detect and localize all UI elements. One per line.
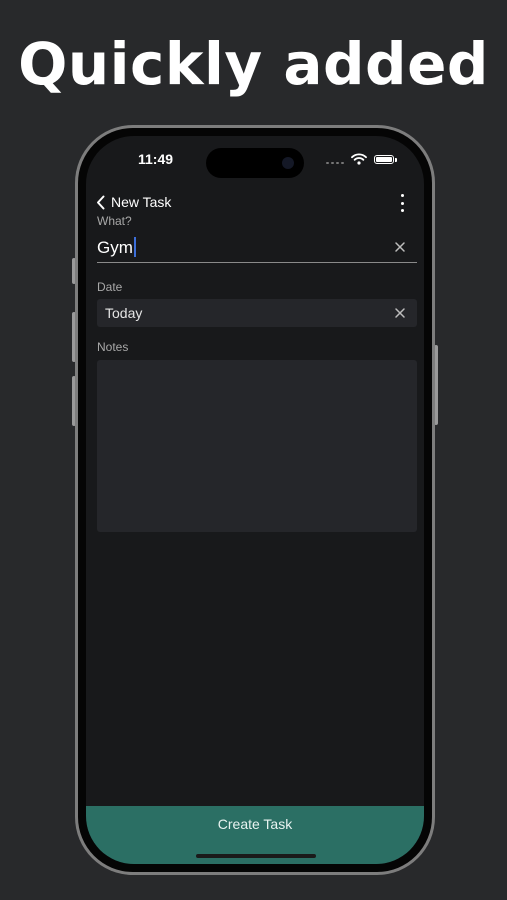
status-time: 11:49 bbox=[138, 151, 174, 167]
wifi-icon bbox=[351, 153, 367, 165]
more-options-icon[interactable] bbox=[398, 194, 406, 212]
text-caret bbox=[133, 237, 136, 257]
what-label: What? bbox=[97, 214, 132, 228]
cellular-signal-icon bbox=[326, 162, 344, 164]
camera-icon bbox=[282, 157, 294, 169]
app-screen: 11:49 New Task What? Gym Date Today Note… bbox=[86, 136, 424, 864]
home-indicator bbox=[196, 854, 316, 858]
phone-frame: 11:49 New Task What? Gym Date Today Note… bbox=[75, 125, 435, 875]
clear-what-icon[interactable] bbox=[394, 241, 406, 253]
status-bar: 11:49 bbox=[86, 136, 424, 186]
back-label: New Task bbox=[111, 194, 172, 210]
promo-headline: Quickly added bbox=[18, 30, 489, 98]
chevron-left-icon bbox=[97, 195, 105, 209]
notes-label: Notes bbox=[97, 340, 129, 354]
back-button[interactable]: New Task bbox=[96, 190, 171, 214]
date-value: Today bbox=[105, 305, 143, 321]
date-label: Date bbox=[97, 280, 123, 294]
dynamic-island bbox=[206, 148, 304, 178]
notes-textarea[interactable] bbox=[97, 360, 417, 532]
battery-icon bbox=[374, 155, 394, 164]
what-input-value[interactable]: Gym bbox=[97, 238, 133, 257]
what-field[interactable]: Gym bbox=[97, 232, 417, 263]
clear-date-icon[interactable] bbox=[394, 307, 406, 319]
date-field[interactable]: Today bbox=[97, 299, 417, 327]
task-form: What? Gym Date Today Notes bbox=[97, 214, 417, 532]
battery-cap bbox=[395, 158, 397, 162]
